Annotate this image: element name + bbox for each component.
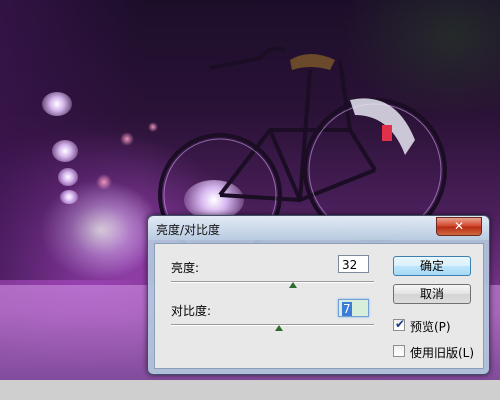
contrast-label: 对比度: xyxy=(171,304,212,318)
street-lamp xyxy=(58,168,78,186)
contrast-slider-thumb[interactable] xyxy=(274,325,283,331)
legacy-checkbox[interactable] xyxy=(393,345,405,357)
contrast-slider-track[interactable] xyxy=(171,324,374,326)
bokeh-light xyxy=(96,174,112,190)
street-lamp xyxy=(42,92,72,116)
dialog-titlebar[interactable]: 亮度/对比度 ✕ xyxy=(148,216,489,240)
checkmark-icon: ✔ xyxy=(394,317,406,331)
close-icon: ✕ xyxy=(453,219,465,233)
status-strip xyxy=(0,380,500,400)
street-lamp xyxy=(60,190,78,204)
bokeh-light xyxy=(120,132,134,146)
dialog-title: 亮度/对比度 xyxy=(156,223,221,237)
brightness-slider-track[interactable] xyxy=(171,281,374,283)
contrast-input[interactable]: 7 xyxy=(338,299,369,317)
street-lamp xyxy=(52,140,78,162)
preview-checkbox-label[interactable]: 预览(P) xyxy=(410,318,451,335)
cancel-button[interactable]: 取消 xyxy=(393,284,471,304)
ok-button[interactable]: 确定 xyxy=(393,256,471,276)
close-button[interactable]: ✕ xyxy=(436,217,482,236)
brightness-input[interactable]: 32 xyxy=(338,255,369,273)
brightness-contrast-dialog: 亮度/对比度 ✕ 亮度: 32 对比度: 7 确定 取消 ✔ 预览(P) 使用旧… xyxy=(147,215,490,375)
brightness-label: 亮度: xyxy=(171,261,200,275)
legacy-checkbox-label[interactable]: 使用旧版(L) xyxy=(410,344,474,361)
dialog-body: 亮度: 32 对比度: 7 确定 取消 ✔ 预览(P) 使用旧版(L) xyxy=(154,243,484,369)
contrast-input-value: 7 xyxy=(342,302,352,316)
preview-checkbox[interactable]: ✔ xyxy=(393,317,406,331)
brightness-slider-thumb[interactable] xyxy=(288,282,297,288)
